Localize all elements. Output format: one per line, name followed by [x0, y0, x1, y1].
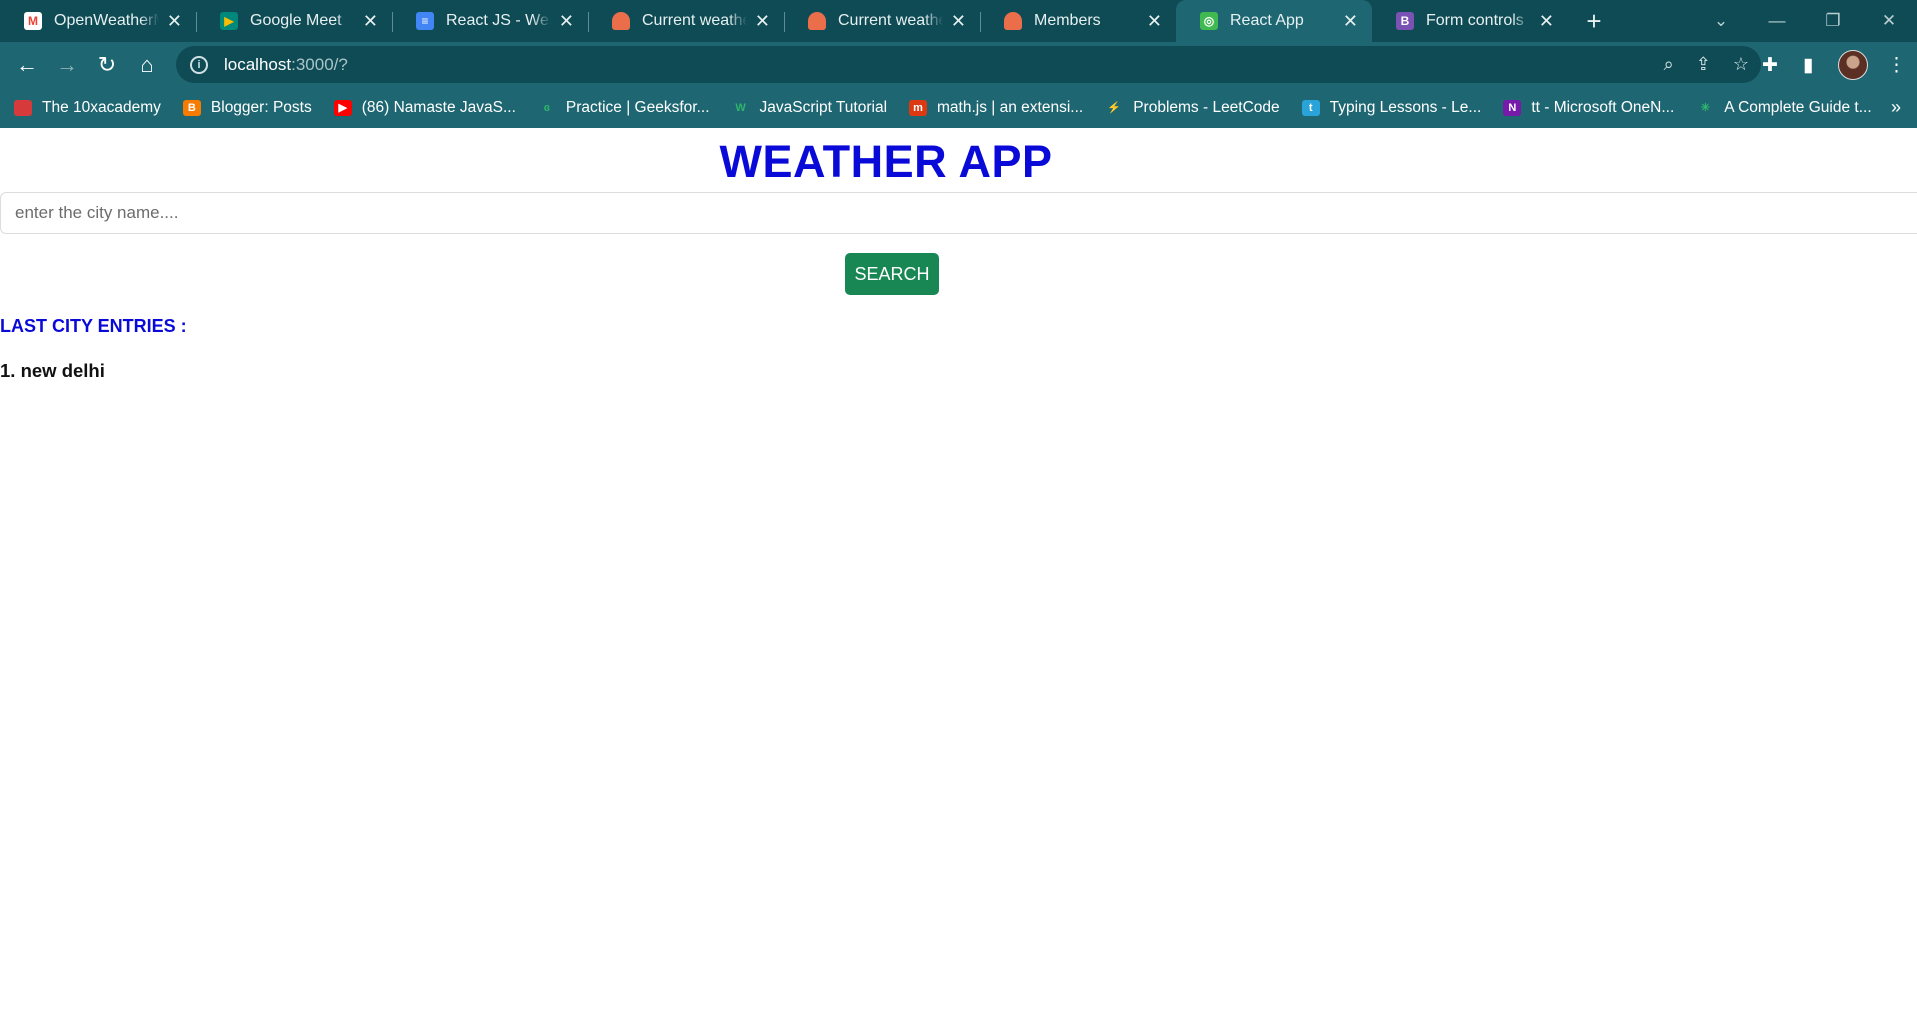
- browser-tab[interactable]: Current weather data ✕: [784, 0, 980, 42]
- zoom-icon[interactable]: ⌕: [1664, 54, 1674, 75]
- window-controls: ⌄ — ❐ ✕: [1693, 0, 1917, 42]
- tab-title: Current weather data: [642, 12, 747, 29]
- typing-icon: t: [1301, 99, 1320, 116]
- tab-title: React App: [1230, 12, 1304, 29]
- bookmark-item[interactable]: Ntt - Microsoft OneN...: [1503, 99, 1674, 117]
- bookmarks-bar: The 10xacademy B Blogger: Posts ▶ (86) Namas…: [0, 87, 1917, 128]
- react-app-icon: ◎: [1200, 12, 1218, 30]
- bookmark-item[interactable]: ✳ A Complete Guide t...: [1696, 98, 1872, 117]
- bookmark-label: math.js | an extensi...: [937, 98, 1084, 116]
- bookmark-label: tt - Microsoft OneN...: [1531, 98, 1675, 116]
- close-tab-icon[interactable]: ✕: [1539, 12, 1554, 30]
- list-item: 1. new delhi: [0, 360, 105, 381]
- 10x-icon: [14, 99, 32, 116]
- bookmark-item[interactable]: ɞ Practice | Geeksfor...: [538, 99, 710, 117]
- extensions-icon[interactable]: ✚: [1762, 50, 1778, 80]
- onenote-icon: N: [1503, 99, 1522, 116]
- browser-tab[interactable]: B Form controls · Bootstrap ✕: [1372, 0, 1568, 42]
- close-tab-icon[interactable]: ✕: [559, 12, 574, 30]
- close-tab-icon[interactable]: ✕: [1343, 12, 1358, 30]
- page-content: WEATHER APP SEARCH LAST CITY ENTRIES : 1…: [0, 128, 1917, 1020]
- browser-tab[interactable]: Current weather data ✕: [588, 0, 784, 42]
- city-entries-list: 1. new delhi: [0, 360, 105, 382]
- bookmark-item[interactable]: W JavaScript Tutorial: [732, 98, 888, 117]
- browser-toolbar: ← → ↻ ⌂ i localhost:3000/? ⌕ ⇪ ☆ ✚ ▮ ⋮: [0, 42, 1917, 87]
- css-tricks-icon: ✳: [1700, 102, 1710, 114]
- tab-title: Current weather data: [838, 12, 943, 29]
- restore-icon[interactable]: ❐: [1805, 11, 1861, 31]
- share-icon[interactable]: ⇪: [1696, 54, 1711, 75]
- openweather-icon: [612, 12, 630, 30]
- blogger-icon: B: [182, 99, 201, 116]
- tab-title: Google Meet: [250, 12, 342, 29]
- bookmark-item[interactable]: ▶ (86) Namaste JavaS...: [333, 98, 516, 117]
- browser-tab[interactable]: ◎ React App ✕: [1176, 0, 1372, 42]
- tab-title: Members: [1034, 12, 1101, 29]
- close-window-icon[interactable]: ✕: [1861, 11, 1917, 31]
- new-tab-icon[interactable]: +: [1568, 0, 1620, 42]
- browser-tab[interactable]: ▶ Google Meet ✕: [196, 0, 392, 42]
- bookmark-item[interactable]: The 10xacademy: [14, 99, 161, 117]
- bookmark-item[interactable]: m math.js | an extensi...: [909, 99, 1083, 117]
- bookmark-star-icon[interactable]: ☆: [1733, 54, 1749, 75]
- bootstrap-icon: B: [1396, 12, 1414, 30]
- avatar[interactable]: [1838, 50, 1868, 80]
- url-host: localhost: [224, 54, 292, 74]
- google-docs-icon: ≡: [416, 12, 434, 30]
- tab-title: React JS - Weather: [446, 12, 551, 29]
- home-icon[interactable]: ⌂: [132, 50, 162, 80]
- browser-tab[interactable]: Members ✕: [980, 0, 1176, 42]
- gmail-icon: M: [24, 12, 42, 30]
- bookmark-label: JavaScript Tutorial: [759, 98, 888, 116]
- bookmark-label: (86) Namaste JavaS...: [361, 98, 516, 116]
- back-icon[interactable]: ←: [12, 50, 42, 80]
- bookmark-label: A Complete Guide t...: [1724, 98, 1872, 116]
- address-url[interactable]: localhost:3000/?: [224, 55, 348, 75]
- bookmark-item[interactable]: t Typing Lessons - Le...: [1301, 98, 1482, 117]
- forward-icon[interactable]: →: [52, 50, 82, 80]
- bookmark-label: Typing Lessons - Le...: [1329, 98, 1482, 116]
- browser-tab[interactable]: ≡ React JS - Weather ✕: [392, 0, 588, 42]
- bookmark-item[interactable]: ⚡ Problems - LeetCode: [1105, 99, 1279, 117]
- close-tab-icon[interactable]: ✕: [363, 12, 378, 30]
- menu-icon[interactable]: ⋮: [1887, 50, 1906, 80]
- search-button[interactable]: SEARCH: [845, 253, 939, 295]
- page-title: WEATHER APP: [719, 136, 1053, 187]
- url-path: :3000/?: [291, 54, 348, 74]
- address-bar[interactable]: i localhost:3000/? ⌕ ⇪ ☆: [176, 46, 1761, 83]
- youtube-icon: ▶: [333, 99, 352, 116]
- close-tab-icon[interactable]: ✕: [167, 12, 182, 30]
- tab-title: Form controls · Bootstrap: [1426, 12, 1531, 29]
- minimize-icon[interactable]: —: [1749, 11, 1805, 31]
- tab-search-icon[interactable]: ⌄: [1693, 11, 1749, 31]
- browser-tab-strip: M OpenWeatherMap ✕ ▶ Google Meet ✕ ≡ React JS -…: [0, 0, 1917, 42]
- tab-title: OpenWeatherMap: [54, 12, 159, 29]
- openweather-icon: [808, 12, 826, 30]
- leetcode-icon: ⚡: [1107, 102, 1122, 114]
- close-tab-icon[interactable]: ✕: [755, 12, 770, 30]
- w3-icon: W: [735, 101, 746, 114]
- bookmark-item[interactable]: B Blogger: Posts: [182, 98, 312, 117]
- bookmark-label: The 10xacademy: [42, 98, 161, 116]
- last-entries-heading: LAST CITY ENTRIES :: [0, 316, 187, 336]
- side-panel-icon[interactable]: ▮: [1803, 50, 1813, 80]
- city-search-input[interactable]: [0, 192, 1917, 234]
- close-tab-icon[interactable]: ✕: [1147, 12, 1162, 30]
- reload-icon[interactable]: ↻: [92, 50, 122, 80]
- openweather-icon: [1004, 12, 1022, 30]
- site-info-icon[interactable]: i: [190, 55, 208, 74]
- geeksforgeeks-icon: ɞ: [543, 101, 551, 114]
- browser-tab[interactable]: M OpenWeatherMap ✕: [0, 0, 196, 42]
- bookmark-label: Problems - LeetCode: [1133, 98, 1280, 116]
- more-bookmarks-icon[interactable]: »: [1891, 97, 1901, 118]
- google-meet-icon: ▶: [220, 12, 238, 30]
- bookmark-label: Practice | Geeksfor...: [565, 98, 710, 116]
- mathjs-icon: m: [909, 99, 928, 116]
- profile-avatar[interactable]: [1838, 50, 1868, 80]
- bookmark-label: Blogger: Posts: [210, 98, 312, 116]
- close-tab-icon[interactable]: ✕: [951, 12, 966, 30]
